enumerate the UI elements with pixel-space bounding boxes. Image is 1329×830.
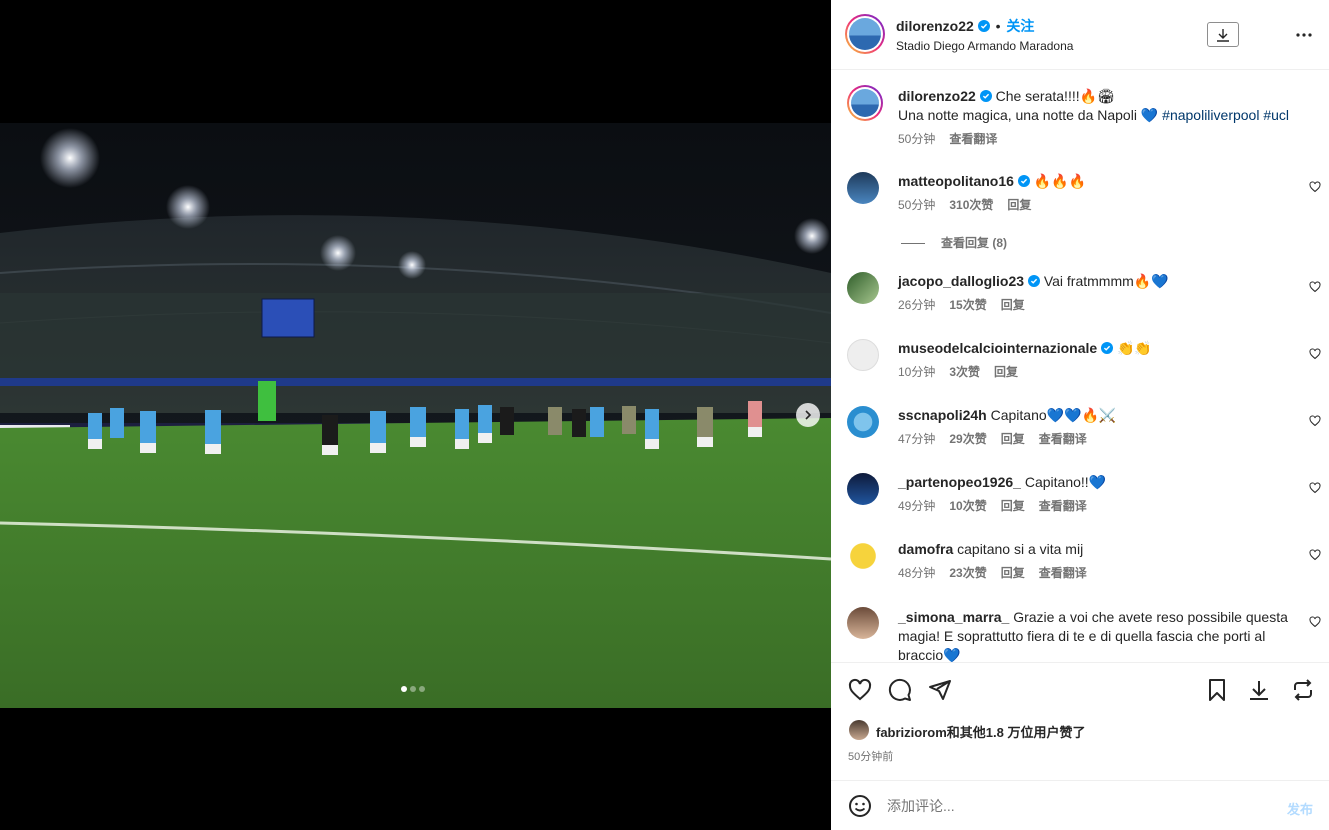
caption-time: 50分钟: [898, 132, 936, 146]
separator: •: [995, 18, 1001, 34]
commenter-avatar[interactable]: [847, 540, 879, 572]
comment-username[interactable]: museodelcalciointernazionale: [898, 340, 1097, 356]
post-time[interactable]: 50分钟前: [848, 748, 893, 764]
comment-time: 26分钟: [898, 298, 936, 312]
translate-button[interactable]: 查看翻译: [1039, 497, 1087, 516]
comment-time: 49分钟: [898, 499, 936, 513]
reply-button[interactable]: 回复: [1001, 564, 1025, 583]
comment-input[interactable]: [887, 795, 1247, 817]
post-media: [0, 0, 831, 830]
comment-likes[interactable]: 3次赞: [949, 363, 980, 382]
translate-button[interactable]: 查看翻译: [1039, 564, 1087, 583]
comment-text: Capitano!!💙: [1024, 474, 1107, 490]
bookmark-icon[interactable]: [1205, 678, 1229, 702]
carousel-dot: [401, 686, 407, 692]
comment-username[interactable]: _simona_marra_: [898, 609, 1009, 625]
likes-summary[interactable]: fabriziorom和其他1.8 万位用户赞了: [876, 722, 1085, 741]
translate-button[interactable]: 查看翻译: [1039, 430, 1087, 449]
carousel-dot: [419, 686, 425, 692]
repost-icon[interactable]: [1291, 678, 1315, 702]
like-comment-heart-icon[interactable]: [1309, 482, 1321, 494]
comment-likes[interactable]: 29次赞: [949, 430, 986, 449]
like-comment-heart-icon[interactable]: [1309, 549, 1321, 561]
caption-hashtags[interactable]: #napoliliverpool #ucl: [1162, 107, 1289, 123]
author-username[interactable]: dilorenzo22: [896, 18, 974, 34]
view-replies-button[interactable]: 查看回复 (8): [901, 234, 1007, 251]
comment-likes[interactable]: 15次赞: [949, 296, 986, 315]
like-comment-heart-icon[interactable]: [1309, 181, 1321, 193]
more-icon: [1296, 33, 1312, 37]
caption-text: Che serata!!!!🔥🏟: [995, 88, 1115, 104]
liker-avatar[interactable]: [849, 720, 869, 740]
more-options-button[interactable]: [1294, 27, 1314, 43]
liker-username[interactable]: fabriziorom: [876, 725, 947, 740]
download-button[interactable]: [1207, 22, 1239, 47]
share-icon[interactable]: [928, 678, 952, 702]
like-comment-heart-icon[interactable]: [1309, 281, 1321, 293]
comment-username[interactable]: jacopo_dalloglio23: [898, 273, 1024, 289]
comment-time: 10分钟: [898, 365, 936, 379]
verified-icon: [1027, 275, 1040, 287]
comment-likes[interactable]: 23次赞: [949, 564, 986, 583]
comment-text: 🔥🔥🔥: [1033, 173, 1086, 189]
comment-time: 47分钟: [898, 432, 936, 446]
comment-time: 48分钟: [898, 566, 936, 580]
comment-text: 👏👏: [1116, 340, 1152, 356]
commenter-avatar[interactable]: [847, 406, 879, 438]
post-sidebar: dilorenzo22 • 关注 Stadio Diego Armando Ma…: [831, 0, 1329, 830]
comment-username[interactable]: sscnapoli24h: [898, 407, 987, 423]
commenter-avatar[interactable]: [847, 473, 879, 505]
commenter-avatar[interactable]: [847, 272, 879, 304]
reply-button[interactable]: 回复: [1007, 196, 1031, 215]
follow-button[interactable]: 关注: [1006, 18, 1034, 34]
download-icon: [1217, 28, 1229, 42]
reply-button[interactable]: 回复: [1001, 296, 1025, 315]
comment-time: 50分钟: [898, 198, 936, 212]
reply-button[interactable]: 回复: [1001, 497, 1025, 516]
comment-text: Vai fratmmmm🔥💙: [1043, 273, 1169, 289]
emoji-icon[interactable]: [848, 794, 872, 818]
post-comment-button[interactable]: 发布: [1287, 799, 1313, 818]
verified-icon: [1017, 175, 1030, 187]
likes-count[interactable]: 和其他1.8 万位用户赞了: [947, 725, 1086, 740]
post-location[interactable]: Stadio Diego Armando Maradona: [896, 39, 1073, 53]
like-comment-heart-icon[interactable]: [1309, 415, 1321, 427]
comment-icon[interactable]: [888, 678, 912, 702]
reply-button[interactable]: 回复: [1001, 430, 1025, 449]
like-comment-heart-icon[interactable]: [1309, 616, 1321, 628]
comment-text: capitano si a vita mij: [957, 541, 1084, 557]
verified-icon: [979, 90, 992, 102]
caption-avatar[interactable]: [847, 85, 883, 121]
comment-username[interactable]: _partenopeo1926_: [898, 474, 1021, 490]
like-comment-heart-icon[interactable]: [1309, 348, 1321, 360]
caption-translate[interactable]: 查看翻译: [949, 130, 997, 149]
post-photo: [0, 123, 831, 708]
heart-icon[interactable]: [848, 678, 872, 702]
author-avatar[interactable]: [845, 14, 885, 54]
post-actions: fabriziorom和其他1.8 万位用户赞了 50分钟前: [831, 662, 1329, 780]
comment-text: Capitano💙💙🔥⚔️: [990, 407, 1117, 423]
next-photo-button[interactable]: [796, 403, 820, 427]
commenter-avatar[interactable]: [847, 339, 879, 371]
chevron-right-icon: [805, 410, 812, 420]
add-comment-bar: 发布: [831, 780, 1329, 830]
verified-icon: [977, 20, 990, 32]
caption-line2: Una notte magica, una notte da Napoli 💙: [898, 107, 1163, 123]
post-header: dilorenzo22 • 关注 Stadio Diego Armando Ma…: [831, 0, 1329, 70]
download-icon[interactable]: [1247, 678, 1271, 702]
comments-list: dilorenzo22 Che serata!!!!🔥🏟 Una notte m…: [831, 71, 1329, 662]
verified-icon: [1101, 342, 1114, 354]
carousel-dot: [410, 686, 416, 692]
commenter-avatar[interactable]: [847, 607, 879, 639]
carousel-dots: [401, 686, 425, 692]
comment-username[interactable]: damofra: [898, 541, 953, 557]
comment-likes[interactable]: 310次赞: [949, 196, 993, 215]
commenter-avatar[interactable]: [847, 172, 879, 204]
caption-username[interactable]: dilorenzo22: [898, 88, 976, 104]
comment-username[interactable]: matteopolitano16: [898, 173, 1014, 189]
replies-line: [901, 243, 925, 245]
comment-likes[interactable]: 10次赞: [949, 497, 986, 516]
reply-button[interactable]: 回复: [994, 363, 1018, 382]
